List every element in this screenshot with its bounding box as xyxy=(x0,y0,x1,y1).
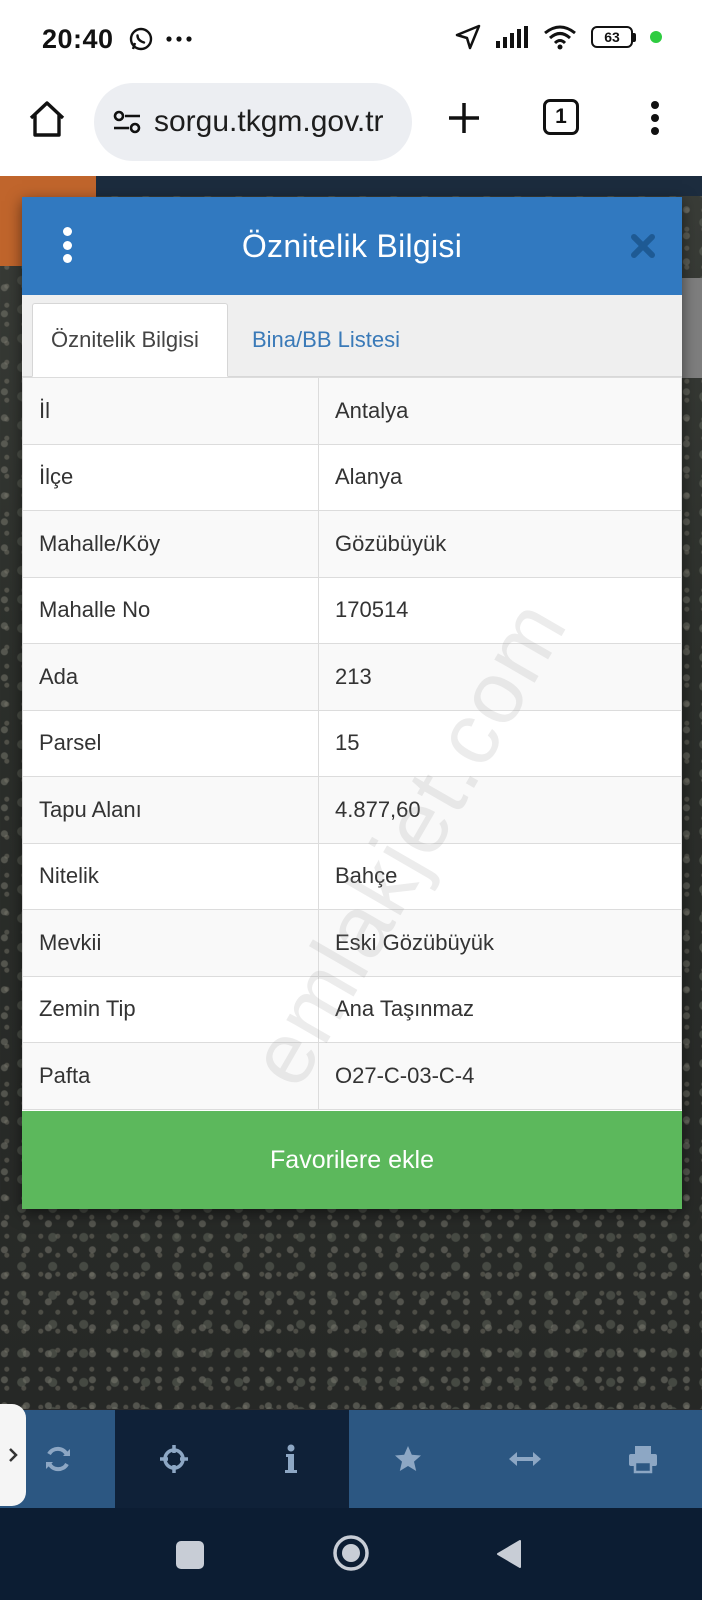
chevron-right-icon xyxy=(9,1448,18,1462)
status-bar: 20:40 63 xyxy=(0,0,702,78)
attribute-dialog: Öznitelik Bilgisi Öznitelik Bilgisi Bina… xyxy=(22,197,682,1209)
attribute-value: O27-C-03-C-4 xyxy=(318,1042,682,1110)
back-icon[interactable] xyxy=(494,1538,526,1570)
attribute-key: Nitelik xyxy=(22,842,319,910)
map-top-strip xyxy=(96,176,702,196)
dialog-title: Öznitelik Bilgisi xyxy=(241,227,463,264)
table-row: İlçe Alanya xyxy=(22,443,682,511)
info-icon xyxy=(284,1444,297,1473)
print-icon xyxy=(628,1446,657,1474)
address-bar[interactable]: sorgu.tkgm.gov.tr xyxy=(94,83,412,161)
tab-bina-bb-listesi[interactable]: Bina/BB Listesi xyxy=(234,303,418,377)
table-row: Nitelik Bahçe xyxy=(22,842,682,910)
wifi-icon xyxy=(544,25,576,50)
dialog-header: Öznitelik Bilgisi xyxy=(22,197,682,295)
menu-icon[interactable] xyxy=(640,98,670,138)
attribute-value: 15 xyxy=(318,709,682,777)
dialog-tabs: Öznitelik Bilgisi Bina/BB Listesi xyxy=(22,295,682,377)
site-info-icon[interactable] xyxy=(110,105,144,139)
attribute-value: Gözübüyük xyxy=(318,510,682,578)
new-tab-icon[interactable] xyxy=(444,98,484,138)
battery-level: 63 xyxy=(591,26,633,48)
attribute-value: Antalya xyxy=(318,377,682,445)
attribute-key: Zemin Tip xyxy=(22,975,319,1043)
attribute-table: İl Antalya İlçe Alanya Mahalle/Köy Gözübüyü… xyxy=(22,377,682,1110)
attribute-key: Mahalle/Köy xyxy=(22,510,319,578)
tab-oznitelik-bilgisi[interactable]: Öznitelik Bilgisi xyxy=(32,303,228,377)
signal-icon xyxy=(496,26,528,48)
attribute-key: Parsel xyxy=(22,709,319,777)
print-button[interactable] xyxy=(583,1410,702,1508)
attribute-value: Bahçe xyxy=(318,842,682,910)
table-row: Mahalle No 170514 xyxy=(22,576,682,644)
attribute-key: Mevkii xyxy=(22,909,319,977)
attribute-key: Ada xyxy=(22,643,319,711)
map-toolbar xyxy=(0,1410,702,1508)
browser-toolbar: sorgu.tkgm.gov.tr 1 xyxy=(0,78,702,176)
attribute-key: Pafta xyxy=(22,1042,319,1110)
measure-icon xyxy=(508,1452,541,1466)
table-row: Mahalle/Köy Gözübüyük xyxy=(22,510,682,578)
system-nav-bar xyxy=(0,1508,702,1600)
whatsapp-icon xyxy=(129,27,152,51)
attribute-value: 170514 xyxy=(318,576,682,644)
attribute-key: Tapu Alanı xyxy=(22,776,319,844)
recents-icon[interactable] xyxy=(176,1541,204,1569)
battery-icon: 63 xyxy=(591,26,636,48)
table-row: Pafta O27-C-03-C-4 xyxy=(22,1042,682,1110)
url-text[interactable]: sorgu.tkgm.gov.tr xyxy=(154,105,384,139)
table-row: Zemin Tip Ana Taşınmaz xyxy=(22,975,682,1043)
attribute-value: Eski Gözübüyük xyxy=(318,909,682,977)
table-row: Ada 213 xyxy=(22,643,682,711)
dialog-menu-icon[interactable] xyxy=(60,227,74,263)
table-row: Parsel 15 xyxy=(22,709,682,777)
table-row: Tapu Alanı 4.877,60 xyxy=(22,776,682,844)
attribute-key: İl xyxy=(22,377,319,445)
attribute-value: 4.877,60 xyxy=(318,776,682,844)
close-icon[interactable] xyxy=(628,231,658,261)
table-row: İl Antalya xyxy=(22,377,682,445)
status-time: 20:40 xyxy=(42,23,114,54)
favorites-button[interactable] xyxy=(349,1410,466,1508)
side-drawer-toggle[interactable] xyxy=(0,1404,26,1506)
attribute-value: 213 xyxy=(318,643,682,711)
crosshair-icon xyxy=(159,1445,188,1473)
info-button[interactable] xyxy=(232,1410,349,1508)
location-icon xyxy=(455,24,481,50)
attribute-value: Ana Taşınmaz xyxy=(318,975,682,1043)
attribute-key: İlçe xyxy=(22,443,319,511)
measure-button[interactable] xyxy=(466,1410,583,1508)
home-icon[interactable] xyxy=(26,98,68,140)
add-to-favorites-button[interactable]: Favorilere ekle xyxy=(22,1111,682,1209)
refresh-icon xyxy=(45,1446,70,1472)
tabs-icon[interactable]: 1 xyxy=(543,99,579,135)
locate-button[interactable] xyxy=(115,1410,232,1508)
more-dots-icon xyxy=(165,36,192,42)
attribute-value: Alanya xyxy=(318,443,682,511)
star-icon xyxy=(394,1446,421,1471)
table-row: Mevkii Eski Gözübüyük xyxy=(22,909,682,977)
map-side-control xyxy=(680,278,702,378)
attribute-key: Mahalle No xyxy=(22,576,319,644)
home-circle-icon[interactable] xyxy=(332,1534,370,1572)
notification-dot xyxy=(650,31,662,43)
